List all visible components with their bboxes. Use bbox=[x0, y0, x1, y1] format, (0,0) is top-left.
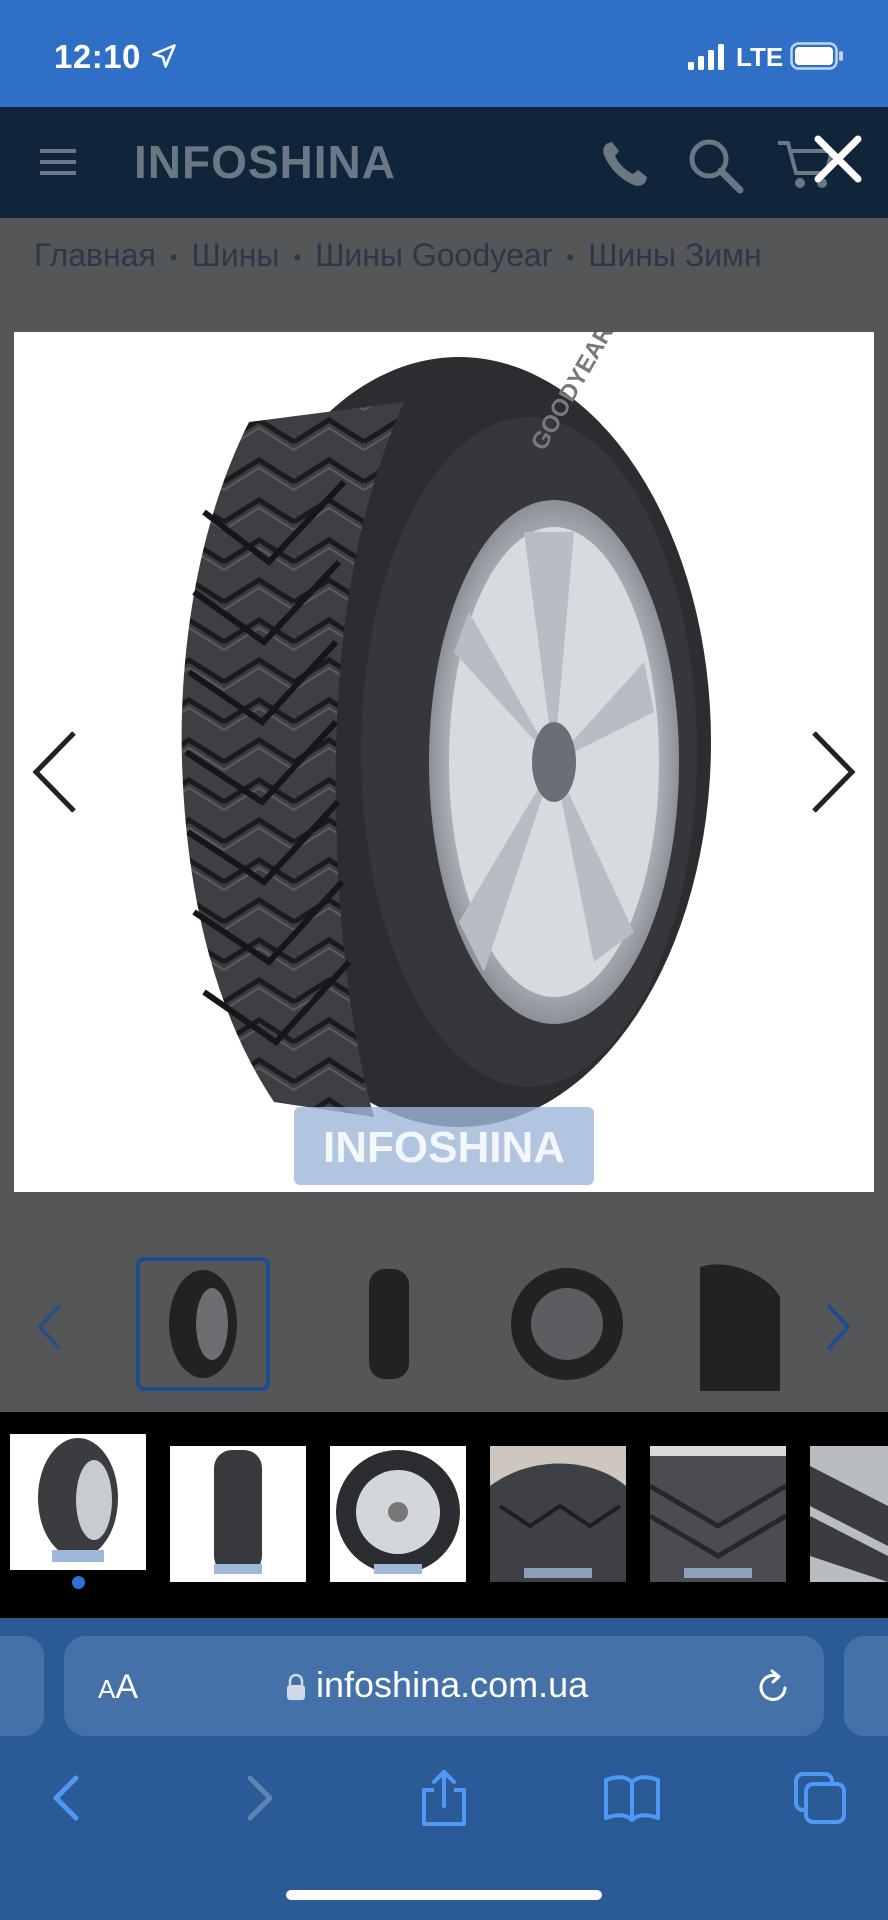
page-settings-button[interactable]: AA bbox=[98, 1668, 138, 1707]
tire-image: GOODYEAR INFOSHINA bbox=[181, 332, 711, 1185]
phone-icon[interactable] bbox=[598, 137, 652, 191]
site-header: INFOSHINA bbox=[0, 107, 888, 218]
network-label: LTE bbox=[736, 42, 784, 72]
gallery-thumbnail[interactable] bbox=[650, 1446, 786, 1582]
site-logo[interactable]: INFOSHINA bbox=[134, 135, 396, 189]
photo-gallery-strip bbox=[0, 1412, 888, 1618]
chevron-left-icon[interactable] bbox=[30, 1297, 70, 1357]
gallery-thumbnail[interactable] bbox=[170, 1446, 306, 1582]
lock-icon bbox=[287, 1673, 305, 1700]
battery-icon bbox=[790, 42, 843, 70]
gallery-thumbnail[interactable] bbox=[330, 1446, 466, 1582]
previous-tab-edge[interactable] bbox=[0, 1636, 44, 1736]
thumbnail-dimmed[interactable] bbox=[322, 1257, 456, 1391]
screen: 12:10 LTE INFOSHINA Главная • Шины • Шин… bbox=[0, 0, 888, 1920]
breadcrumb-item-goodyear[interactable]: Шины Goodyear bbox=[315, 237, 552, 273]
breadcrumb-separator: • bbox=[293, 244, 302, 270]
thumbnail-dimmed[interactable] bbox=[500, 1257, 634, 1391]
breadcrumb: Главная • Шины • Шины Goodyear • Шины Зимн bbox=[34, 237, 762, 274]
bookmarks-icon[interactable] bbox=[602, 1768, 662, 1828]
thumbnail-dimmed[interactable] bbox=[690, 1257, 780, 1391]
product-thumbnails-dimmed bbox=[0, 1237, 888, 1412]
status-bar: 12:10 LTE bbox=[0, 0, 888, 107]
share-icon[interactable] bbox=[414, 1768, 474, 1828]
thumbnail-dimmed[interactable] bbox=[136, 1257, 270, 1391]
gallery-thumbnail[interactable] bbox=[10, 1434, 146, 1570]
website-background: INFOSHINA Главная • Шины • Шины Goodyear • Шин… bbox=[0, 107, 888, 1412]
breadcrumb-item-tires[interactable]: Шины bbox=[192, 237, 280, 273]
search-icon[interactable] bbox=[685, 135, 745, 195]
main-product-image[interactable]: GOODYEAR INFOSHINA bbox=[14, 332, 874, 1192]
forward-icon[interactable] bbox=[228, 1768, 288, 1828]
chevron-right-icon[interactable] bbox=[818, 1297, 858, 1357]
reload-icon[interactable] bbox=[754, 1668, 792, 1706]
watermark-text: INFOSHINA bbox=[323, 1123, 565, 1172]
home-indicator[interactable] bbox=[286, 1890, 602, 1900]
gallery-thumbnail[interactable] bbox=[490, 1446, 626, 1582]
status-time: 12:10 bbox=[54, 38, 141, 75]
breadcrumb-item-winter[interactable]: Шины Зимн bbox=[588, 237, 762, 273]
url-text: infoshina.com.ua bbox=[316, 1664, 589, 1705]
address-bar[interactable]: AA infoshina.com.ua bbox=[64, 1636, 824, 1736]
breadcrumb-item-home[interactable]: Главная bbox=[34, 237, 156, 273]
hamburger-menu-icon[interactable] bbox=[40, 145, 76, 179]
prev-image-arrow-icon[interactable] bbox=[28, 727, 84, 817]
close-icon[interactable] bbox=[808, 129, 868, 189]
next-image-arrow-icon[interactable] bbox=[804, 727, 860, 817]
signal-icon bbox=[688, 44, 724, 70]
next-tab-edge[interactable] bbox=[844, 1636, 888, 1736]
gallery-thumbnail[interactable] bbox=[810, 1446, 888, 1582]
location-arrow-icon bbox=[152, 44, 176, 68]
browser-toolbar: AA infoshina.com.ua bbox=[0, 1618, 888, 1920]
breadcrumb-separator: • bbox=[566, 244, 575, 270]
tabs-icon[interactable] bbox=[790, 1768, 850, 1828]
gallery-page-dot bbox=[72, 1576, 85, 1589]
breadcrumb-separator: • bbox=[169, 244, 178, 270]
back-icon[interactable] bbox=[38, 1768, 98, 1828]
